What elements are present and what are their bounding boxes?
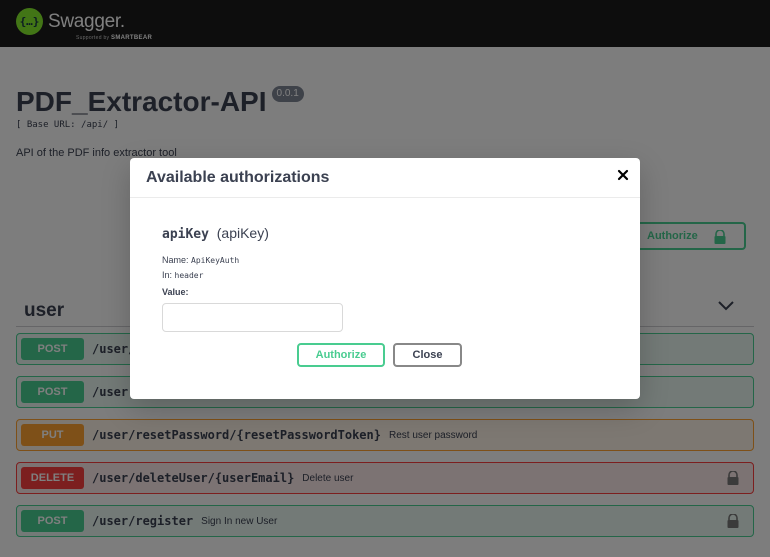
- modal-close-text-button[interactable]: Close: [393, 343, 462, 367]
- scheme-name-row: Name: ApiKeyAuth: [162, 255, 239, 265]
- modal-close-button[interactable]: [616, 168, 630, 182]
- value-label: Value:: [162, 287, 189, 297]
- api-key-value-input[interactable]: [162, 303, 343, 332]
- name-label: Name:: [162, 255, 189, 265]
- scheme-in-row: In: header: [162, 270, 203, 280]
- close-icon: [617, 169, 629, 181]
- scheme-type: (apiKey): [216, 225, 269, 241]
- scheme-name: apiKey: [162, 227, 209, 242]
- name-value: ApiKeyAuth: [191, 256, 240, 265]
- in-value: header: [174, 271, 204, 280]
- scheme-title: apiKey (apiKey): [162, 225, 269, 242]
- auth-modal: Available authorizations apiKey (apiKey)…: [130, 158, 640, 399]
- modal-title: Available authorizations: [146, 169, 330, 186]
- in-label: In:: [162, 270, 173, 280]
- modal-header: Available authorizations: [130, 158, 640, 198]
- modal-authorize-button[interactable]: Authorize: [297, 343, 385, 367]
